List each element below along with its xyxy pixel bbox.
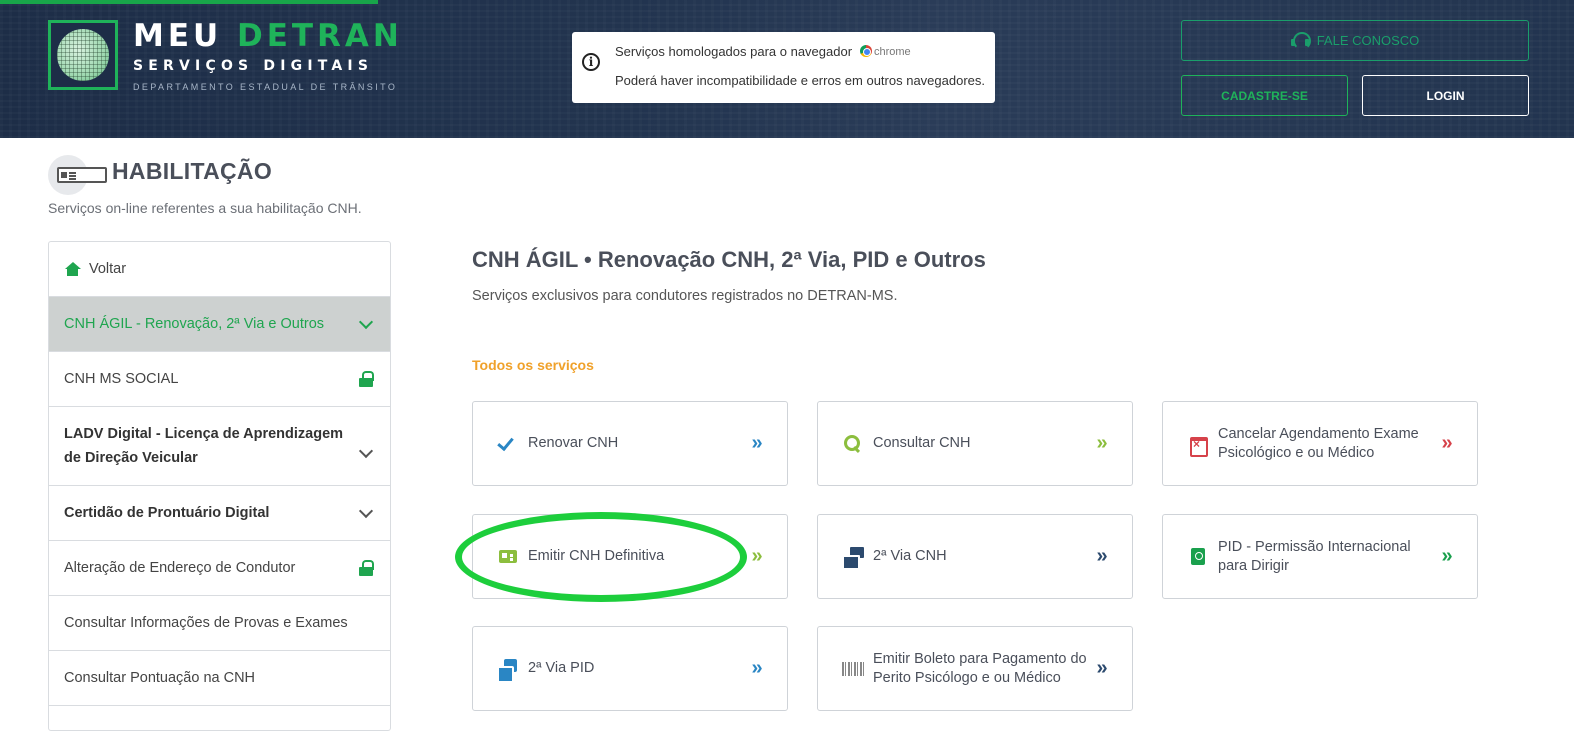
sidebar-item-label: Consultar Informações de Provas e Exames [64, 615, 348, 631]
page-title: HABILITAÇÃO [112, 158, 273, 184]
section-subtitle: Serviços exclusivos para condutores regi… [472, 288, 898, 304]
service-card-label: Renovar CNH [528, 435, 619, 451]
double-chevron-right-icon: » [1441, 545, 1452, 567]
sidebar-item-label: CNH MS SOCIAL [64, 371, 179, 387]
page-subtitle: Serviços on-line referentes a sua habili… [48, 200, 362, 216]
service-card-2via-cnh[interactable]: 2ª Via CNH » [817, 514, 1133, 599]
sidebar-item-label: Alteração de Endereço de Condutor [64, 560, 296, 576]
brand-department: DEPARTAMENTO ESTADUAL DE TRÂNSITO [133, 82, 398, 92]
sidebar-item-voltar[interactable]: Voltar [49, 242, 390, 297]
brand-meu: MEU [133, 18, 223, 54]
sidebar-item-ladv[interactable]: LADV Digital - Licença de Aprendizagem d… [49, 407, 390, 486]
lock-icon [359, 560, 374, 576]
service-card-label: Consultar CNH [873, 435, 971, 451]
chrome-badge: chrome [860, 45, 911, 58]
service-card-label: Emitir Boleto para Pagamento do Perito P… [873, 650, 1087, 686]
cards-icon [842, 546, 864, 570]
id-card-icon [57, 167, 107, 183]
habilitacao-icon [48, 155, 107, 195]
service-card-label: PID - Permissão Internacional para Dirig… [1218, 538, 1411, 574]
sidebar-item-label: Voltar [89, 261, 127, 277]
lock-icon [359, 371, 374, 387]
fale-conosco-button[interactable]: FALE CONOSCO [1181, 20, 1529, 61]
sidebar-item-certidao[interactable]: Certidão de Prontuário Digital [49, 486, 390, 541]
service-card-cancelar-agendamento[interactable]: Cancelar Agendamento Exame Psicológico e… [1162, 401, 1478, 486]
double-chevron-right-icon: » [751, 432, 762, 454]
brand-subtitle: SERVIÇOS DIGITAIS [133, 58, 374, 74]
passport-copy-icon [497, 658, 519, 683]
sidebar-item-alteracao-endereco[interactable]: Alteração de Endereço de Condutor [49, 541, 390, 596]
service-card-label: Cancelar Agendamento Exame Psicológico e… [1218, 425, 1419, 461]
service-card-emitir-cnh-definitiva[interactable]: Emitir CNH Definitiva » [472, 514, 788, 599]
login-button[interactable]: LOGIN [1362, 75, 1529, 116]
sidebar-item-cnh-ms-social[interactable]: CNH MS SOCIAL [49, 352, 390, 407]
passport-icon [1187, 547, 1209, 567]
service-card-pid[interactable]: PID - Permissão Internacional para Dirig… [1162, 514, 1478, 599]
double-chevron-right-icon: » [1441, 432, 1452, 454]
fale-conosco-label: FALE CONOSCO [1316, 33, 1420, 48]
check-icon [497, 434, 519, 454]
service-card-label: Emitir CNH Definitiva [528, 548, 665, 564]
brand-title[interactable]: MEU DETRAN [133, 18, 403, 54]
chevron-down-icon [358, 443, 374, 459]
header-accent-line [0, 0, 378, 4]
sidebar-item-label: Consultar Pontuação na CNH [64, 670, 256, 686]
chevron-down-icon [358, 503, 374, 519]
sidebar-menu: Voltar CNH ÁGIL - Renovação, 2ª Via e Ou… [48, 241, 391, 731]
double-chevron-right-icon: » [1096, 545, 1107, 567]
double-chevron-right-icon: » [1096, 432, 1107, 454]
home-icon [64, 261, 81, 277]
service-card-emitir-boleto[interactable]: Emitir Boleto para Pagamento do Perito P… [817, 626, 1133, 711]
sidebar-item-label: Certidão de Prontuário Digital [64, 505, 270, 521]
cadastre-se-button[interactable]: CADASTRE-SE [1181, 75, 1348, 116]
chevron-down-icon [358, 314, 374, 330]
detran-logo[interactable] [48, 20, 118, 90]
sidebar-item-label: CNH ÁGIL - Renovação, 2ª Via e Outros [64, 316, 325, 332]
headset-icon [1290, 31, 1311, 50]
sidebar-item-provas-exames[interactable]: Consultar Informações de Provas e Exames [49, 596, 390, 651]
info-icon: i [582, 53, 600, 71]
sidebar-item-cnh-agil[interactable]: CNH ÁGIL - Renovação, 2ª Via e Outros [49, 297, 390, 352]
service-card-2via-pid[interactable]: 2ª Via PID » [472, 626, 788, 711]
chrome-icon [860, 45, 872, 57]
brand-detran: DETRAN [237, 18, 403, 54]
globe-icon [57, 29, 109, 81]
service-card-renovar-cnh[interactable]: Renovar CNH » [472, 401, 788, 486]
service-card-label: 2ª Via CNH [873, 548, 947, 564]
service-card-label: 2ª Via PID [528, 660, 595, 676]
chrome-label: chrome [874, 46, 911, 58]
barcode-icon [842, 661, 864, 676]
all-services-label: Todos os serviços [472, 357, 594, 373]
search-icon [842, 434, 864, 454]
browser-notice: i Serviços homologados para o navegador … [572, 32, 995, 103]
notice-line-2: Poderá haver incompatibilidade e erros e… [615, 73, 985, 88]
double-chevron-right-icon: » [1096, 657, 1107, 679]
sidebar-item-label: LADV Digital - Licença de Aprendizagem d… [64, 426, 344, 466]
calendar-cancel-icon [1187, 434, 1209, 457]
double-chevron-right-icon: » [751, 657, 762, 679]
double-chevron-right-icon: » [751, 545, 762, 567]
sidebar-item-pontuacao[interactable]: Consultar Pontuação na CNH [49, 651, 390, 706]
section-title: CNH ÁGIL • Renovação CNH, 2ª Via, PID e … [472, 247, 986, 272]
service-card-consultar-cnh[interactable]: Consultar CNH » [817, 401, 1133, 486]
id-card-icon [497, 547, 519, 567]
notice-line-1: Serviços homologados para o navegador [615, 44, 853, 59]
site-header: MEU DETRAN SERVIÇOS DIGITAIS DEPARTAMENT… [0, 0, 1574, 138]
